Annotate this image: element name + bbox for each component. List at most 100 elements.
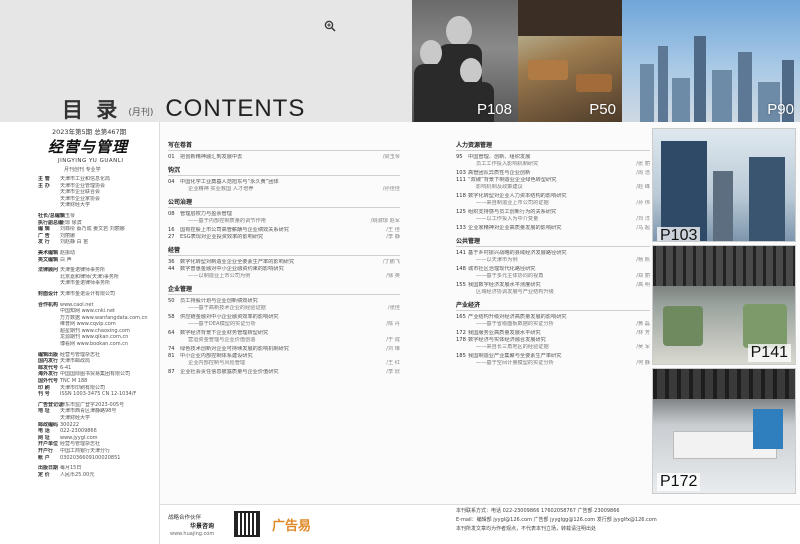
masthead-row: 电 话 022-23009866 bbox=[38, 428, 156, 435]
article-title: ——以制造业上市公司为例 bbox=[188, 273, 251, 279]
article-author: /马 超 bbox=[636, 225, 650, 231]
toc-subtitle[interactable]: ——基于DEA模型的实证分析/陈 丹 bbox=[168, 321, 400, 328]
toc-subtitle[interactable]: ——以天津市为例/杨 帆 bbox=[456, 257, 650, 264]
toc-entry[interactable]: 01 把创新精神融汇到发展中去/梁玉琴 bbox=[168, 154, 400, 161]
page-number: 44 bbox=[168, 266, 175, 272]
section-heading: 公共管理 bbox=[456, 236, 650, 247]
toc-entry[interactable]: 172 我国服务业高质量发展水平研究/林 芳 bbox=[456, 330, 650, 337]
toc-entry[interactable]: 185 我国制造业产业集聚与全要素生产率研究 bbox=[456, 353, 650, 360]
title-en: CONTENTS bbox=[165, 95, 306, 122]
article-title: ——来自制造业上市公司的证据 bbox=[476, 200, 549, 206]
toc-entry[interactable]: 95 中国管理、创新、组织发展 bbox=[456, 154, 650, 161]
qr-code-icon[interactable] bbox=[234, 511, 260, 537]
masthead-value: 经营与管理杂志社 bbox=[60, 441, 101, 448]
masthead-value: 博看网 www.bookan.com.cn bbox=[60, 341, 129, 348]
toc-subtitle[interactable]: ——基于空间计量模型的实证分析/何 静 bbox=[456, 360, 650, 367]
photo-open-office[interactable]: P172 bbox=[652, 368, 796, 494]
masthead-key: 合作机构 bbox=[38, 301, 59, 308]
article-title: “双碳”背景下制造业企业绿色转型研究 bbox=[468, 177, 557, 183]
toc-subtitle[interactable]: 企业精神 实业救国 人才培养/孙佳佳 bbox=[168, 186, 400, 193]
page-number: 16 bbox=[168, 227, 175, 233]
page-number: 36 bbox=[168, 259, 175, 265]
page-number bbox=[168, 305, 180, 312]
toc-entry[interactable]: 111 “双碳”背景下制造业企业绿色转型研究 bbox=[456, 177, 650, 184]
toc-subtitle[interactable]: ——基于多元主体协同的视角/郑 丽 bbox=[456, 273, 650, 280]
masthead-key: 主 办 bbox=[38, 182, 50, 189]
toc-entry[interactable]: 74 绿色技术创新对企业可持续发展的影响机制研究/刘 琳 bbox=[168, 346, 400, 353]
toc-subtitle[interactable]: ——来自长三角地区的经验证据/吴 军 bbox=[456, 344, 650, 351]
toc-entry[interactable]: 125 组织支持感与员工创新行为的关系研究 bbox=[456, 209, 650, 216]
zoom-in-icon[interactable] bbox=[324, 20, 336, 32]
masthead-value: 万方数据 www.wanfangdata.com.cn bbox=[60, 314, 148, 321]
toc-subtitle[interactable]: ——以工作投入为中介变量/刘 洋 bbox=[456, 216, 650, 223]
toc-subtitle[interactable]: 影响机制及政策建议/赵 峰 bbox=[456, 184, 650, 191]
article-author: /丁鹏飞 bbox=[382, 259, 400, 265]
article-title: 数字化转型对制造业企业全要素生产率的影响研究 bbox=[180, 259, 295, 265]
masthead-row: 国外代号 TNC M 188 bbox=[38, 378, 156, 385]
masthead-value: 维普网 www.cqvip.com bbox=[60, 321, 116, 328]
masthead-value: 吴琼 徐滨 bbox=[60, 219, 82, 226]
article-title: 我国数字经济发展水平测度研究 bbox=[468, 282, 541, 288]
page-number bbox=[456, 321, 468, 328]
toc-entry[interactable]: 118 数字化转型对企业人力资本结构的影响研究 bbox=[456, 193, 650, 200]
toc-entry[interactable]: 64 数字经济背景下企业财务管理转型研究 bbox=[168, 330, 400, 337]
masthead-row: 英文编辑白 声 bbox=[38, 257, 156, 264]
toc-entry[interactable]: 178 数字经济与实体经济融合发展研究 bbox=[456, 337, 650, 344]
toc-subtitle[interactable]: 企业内部控制与风险管理/王 红 bbox=[168, 360, 400, 367]
masthead-key bbox=[38, 196, 60, 203]
toc-entry[interactable]: 16 国有控股上市公司高管薪酬与企业绩效关系研究/王 佳 bbox=[168, 227, 400, 234]
masthead-value: 天津市工业和信息化局 bbox=[60, 176, 111, 182]
toc-entry[interactable]: 133 企业家精神对企业高质量发展的影响研究/马 超 bbox=[456, 225, 650, 232]
toc-entry[interactable]: 81 中小企业内部控制体系建设研究 bbox=[168, 353, 400, 360]
toc-entry[interactable]: 155 我国数字经济发展水平测度研究/高 明 bbox=[456, 282, 650, 289]
toc-entry[interactable]: 27 ESG表现对企业投资效率的影响研究/李 静 bbox=[168, 234, 400, 241]
article-author: /徐 英 bbox=[386, 273, 400, 279]
toc-entry[interactable]: 44 数字普惠金融对中小企业融资约束的影响研究 bbox=[168, 266, 400, 273]
article-title: 影响机制及政策建议 bbox=[476, 184, 523, 190]
issue-number: 2023年第5期 总第467期 bbox=[52, 128, 127, 136]
partner-website-link[interactable]: www.huajing.com bbox=[170, 531, 214, 537]
article-author: /姚淑琼 赵军 bbox=[370, 218, 400, 224]
masthead-value: 超星期刊 www.chaoxing.com bbox=[60, 327, 130, 334]
toc-subtitle[interactable]: 区域经济协调发展与产业结构升级 bbox=[456, 289, 650, 296]
article-title: 区域经济协调发展与产业结构升级 bbox=[476, 289, 554, 295]
toc-subtitle[interactable]: ——来自制造业上市公司的证据/孙 伟 bbox=[456, 200, 650, 207]
toc-entry[interactable]: 50 员工持股计划与企业创新绩效研究 bbox=[168, 298, 400, 305]
article-title: 国有控股上市公司高管薪酬与企业绩效关系研究 bbox=[180, 227, 289, 233]
page-number: 111 bbox=[456, 177, 466, 183]
masthead-key: 邮政编码 bbox=[38, 421, 59, 428]
page-number: 172 bbox=[456, 330, 466, 336]
partner-label: 战略合作伙伴 bbox=[168, 515, 202, 521]
photo-city-skyline[interactable]: P90 bbox=[622, 0, 800, 122]
photo-label: P90 bbox=[767, 101, 794, 118]
masthead-value: 天津市企业联合会 bbox=[60, 189, 101, 196]
photo-glass-tower[interactable]: P103 bbox=[652, 128, 796, 242]
toc-subtitle[interactable]: 营运资金管理与企业价值创造/于 成 bbox=[168, 337, 400, 344]
masthead-key: 邮发代号 bbox=[38, 364, 59, 371]
article-title: 企业社会责任信息披露质量与企业价值研究 bbox=[180, 369, 279, 375]
toc-subtitle[interactable]: ——基于内部控制质量的调节作用/姚淑琼 赵军 bbox=[168, 218, 400, 225]
photo-office-lobby[interactable]: P141 bbox=[652, 245, 796, 365]
toc-entry[interactable]: 141 基于乡村振兴战略的县域经济发展路径研究 bbox=[456, 250, 650, 257]
toc-subtitle[interactable]: ——以制造业上市公司为例/徐 英 bbox=[168, 273, 400, 280]
masthead-row: 社长/总编辑 梁玉琴 bbox=[38, 213, 156, 220]
toc-entry[interactable]: 165 产业结构升级对经济高质量发展的影响研究 bbox=[456, 314, 650, 321]
toc-column-left: 写在卷首 01 把创新精神融汇到发展中去/梁玉琴 钩沉 04 中国化学工业奠基人范旭东与“… bbox=[168, 136, 400, 376]
toc-entry[interactable]: 08 管理层权力与盈余管理 bbox=[168, 211, 400, 218]
toc-subtitle[interactable]: 员工工作投入影响机制研究/张 丽 bbox=[456, 161, 650, 168]
toc-entry[interactable]: 103 高管团队异质性与企业创新/周 浩 bbox=[456, 170, 650, 177]
photo-historic-portrait[interactable]: P108 bbox=[412, 0, 518, 122]
photo-restaurant-interior[interactable]: P50 bbox=[518, 0, 622, 122]
toc-entry[interactable]: 148 城市社区治理现代化路径研究 bbox=[456, 266, 650, 273]
toc-entry[interactable]: 58 供应链金融对中小企业融资效率的影响研究 bbox=[168, 314, 400, 321]
toc-subtitle[interactable]: ——基于省级面板数据的实证分析/黄 磊 bbox=[456, 321, 650, 328]
toc-entry[interactable]: 87 企业社会责任信息披露质量与企业价值研究/李 欣 bbox=[168, 369, 400, 376]
toc-entry[interactable]: 36 数字化转型对制造业企业全要素生产率的影响研究/丁鹏飞 bbox=[168, 259, 400, 266]
page-number bbox=[456, 360, 468, 367]
toc-entry[interactable]: 04 中国化学工业奠基人范旭东与“永久黄”团体 bbox=[168, 179, 400, 186]
contact-info: 本刊联系方式：电话 022-23009866 17602058767 广告部 2… bbox=[456, 507, 796, 534]
masthead-row: 开户行 中国工商银行天津分行 bbox=[38, 448, 156, 455]
masthead-key: 印 刷 bbox=[38, 384, 50, 391]
page-number: 155 bbox=[456, 282, 466, 288]
toc-subtitle[interactable]: ——基于高新技术企业的经验证据/张佳 bbox=[168, 305, 400, 312]
